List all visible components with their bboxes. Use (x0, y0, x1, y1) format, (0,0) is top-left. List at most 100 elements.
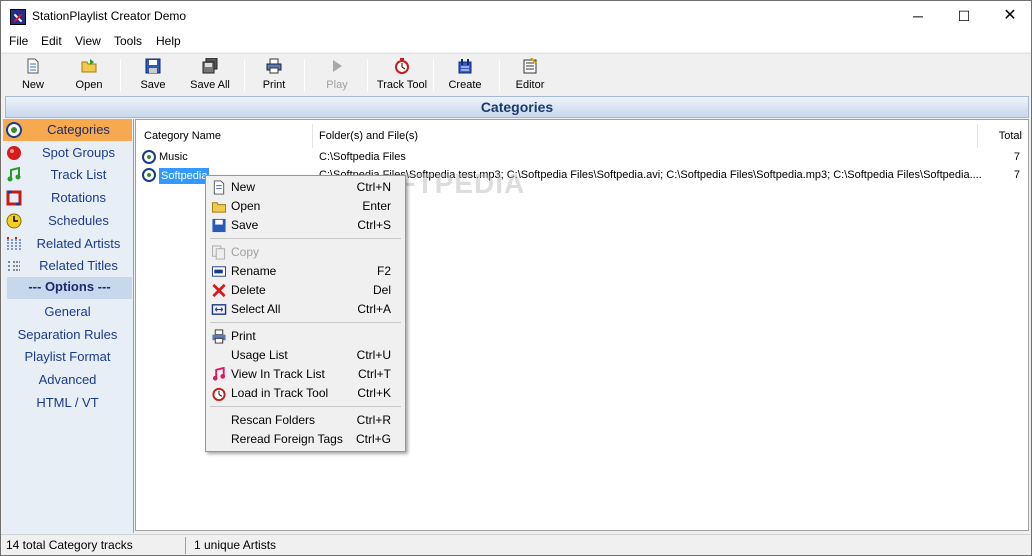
printer-icon (212, 329, 226, 344)
category-name: Music (159, 151, 188, 163)
sidebar-item-advanced[interactable]: Advanced (3, 372, 132, 387)
categories-disc-icon (6, 122, 22, 138)
save-disk-icon (212, 218, 226, 233)
toolbar-separator (499, 59, 500, 91)
sidebar-item-related-titles[interactable]: Related Titles (3, 255, 132, 277)
sidebar-item-schedules[interactable]: Schedules (3, 210, 132, 232)
column-header-folders-files[interactable]: Folder(s) and File(s) (311, 124, 978, 148)
copy-icon (211, 245, 226, 260)
maximize-button[interactable]: ☐ (941, 1, 987, 31)
red-ball-icon (7, 146, 21, 160)
context-item-reread-foreign-tags[interactable]: Reread Foreign Tags Ctrl+G (208, 430, 403, 449)
editor-icon (523, 58, 537, 74)
context-item-select-all[interactable]: Select All Ctrl+A (208, 300, 403, 319)
toolbar-separator (433, 59, 434, 91)
play-button[interactable]: Play (319, 58, 355, 94)
sidebar-item-rotations[interactable]: Rotations (3, 187, 132, 209)
menu-separator (210, 322, 401, 323)
column-header-total[interactable]: Total (978, 124, 1028, 148)
toolbar-separator (244, 59, 245, 91)
open-folder-icon (81, 59, 97, 73)
category-total: 7 (1013, 151, 1020, 163)
title-bar[interactable]: StationPlaylist Creator Demo ─ ☐ ✕ (1, 1, 1031, 31)
context-item-view-in-track-list[interactable]: View In Track List Ctrl+T (208, 365, 403, 384)
delete-x-icon (212, 283, 226, 298)
context-menu: New Ctrl+N Open Enter Save Ctrl+S Copy R… (205, 175, 406, 452)
toolbar-separator (120, 59, 121, 91)
category-disc-icon (142, 150, 156, 164)
related-artists-icon (7, 237, 21, 250)
stopwatch-icon (212, 387, 226, 401)
toolbar-separator (367, 59, 368, 91)
print-button[interactable]: Print (255, 58, 293, 94)
context-item-rename[interactable]: Rename F2 (208, 262, 403, 281)
related-titles-icon (8, 261, 20, 271)
sidebar-item-related-artists[interactable]: Related Artists (3, 233, 132, 255)
toolbar: New Open Save Save All Print Play Track … (1, 53, 1031, 95)
sidebar-item-track-list[interactable]: Track List (3, 164, 132, 186)
column-header-category-name[interactable]: Category Name (136, 124, 313, 148)
new-document-icon (27, 58, 39, 74)
status-bar: 14 total Category tracks 1 unique Artist… (1, 534, 1031, 555)
category-disc-icon (142, 168, 156, 182)
category-name: Softpedia (159, 168, 210, 184)
status-tracks: 14 total Category tracks (6, 538, 133, 552)
sidebar-item-categories[interactable]: Categories (3, 119, 132, 141)
printer-icon (266, 58, 282, 74)
context-item-save[interactable]: Save Ctrl+S (208, 216, 403, 235)
context-item-delete[interactable]: Delete Del (208, 281, 403, 300)
editor-button[interactable]: Editor (510, 58, 550, 94)
minimize-button[interactable]: ─ (895, 1, 941, 31)
new-document-icon (213, 180, 225, 195)
menu-separator (210, 406, 401, 407)
open-button[interactable]: Open (69, 58, 109, 94)
play-icon (333, 60, 342, 72)
status-separator (185, 537, 186, 554)
create-playlist-icon (458, 59, 472, 74)
sidebar-item-general[interactable]: General (3, 304, 132, 319)
toolbar-separator (304, 59, 305, 91)
context-item-usage-list[interactable]: Usage List Ctrl+U (208, 346, 403, 365)
context-item-rescan-folders[interactable]: Rescan Folders Ctrl+R (208, 411, 403, 430)
sidebar-item-spot-groups[interactable]: Spot Groups (3, 142, 132, 164)
category-total: 7 (1013, 169, 1020, 181)
menu-tools[interactable]: Tools (114, 34, 142, 48)
context-item-copy[interactable]: Copy (208, 243, 403, 262)
music-notes-icon (7, 167, 21, 182)
sidebar-item-html-vt[interactable]: HTML / VT (3, 395, 132, 410)
context-item-load-in-track-tool[interactable]: Load in Track Tool Ctrl+K (208, 384, 403, 403)
save-disk-icon (145, 58, 161, 74)
save-all-disks-icon (202, 58, 218, 74)
app-icon[interactable] (10, 9, 26, 25)
sidebar-item-playlist-format[interactable]: Playlist Format (3, 349, 132, 364)
save-all-button[interactable]: Save All (187, 58, 233, 94)
sidebar-item-separation-rules[interactable]: Separation Rules (3, 327, 132, 342)
app-window: StationPlaylist Creator Demo ─ ☐ ✕ File … (0, 0, 1032, 556)
clock-icon (6, 213, 22, 229)
context-item-new[interactable]: New Ctrl+N (208, 178, 403, 197)
select-all-icon (211, 304, 227, 315)
open-folder-icon (211, 202, 227, 213)
new-button[interactable]: New (13, 58, 53, 94)
menu-edit[interactable]: Edit (41, 34, 62, 48)
menu-file[interactable]: File (9, 34, 28, 48)
context-item-open[interactable]: Open Enter (208, 197, 403, 216)
window-title: StationPlaylist Creator Demo (32, 9, 187, 23)
close-button[interactable]: ✕ (987, 1, 1032, 31)
options-header: --- Options --- (7, 277, 132, 299)
track-tool-button[interactable]: Track Tool (374, 58, 430, 94)
category-files: C:\Softpedia Files (319, 151, 406, 163)
status-artists: 1 unique Artists (194, 538, 277, 552)
menu-view[interactable]: View (75, 34, 101, 48)
section-banner: Categories (5, 96, 1029, 118)
menu-help[interactable]: Help (156, 34, 181, 48)
table-row[interactable]: Music C:\Softpedia Files 7 (136, 149, 1028, 167)
menu-bar: File Edit View Tools Help (1, 31, 1031, 52)
rename-icon (211, 266, 227, 277)
music-notes-icon (212, 367, 226, 381)
create-button[interactable]: Create (445, 58, 485, 94)
rotation-icon (6, 190, 22, 206)
sidebar: Categories Spot Groups Track List Rotati… (3, 119, 134, 533)
context-item-print[interactable]: Print (208, 327, 403, 346)
save-button[interactable]: Save (133, 58, 173, 94)
